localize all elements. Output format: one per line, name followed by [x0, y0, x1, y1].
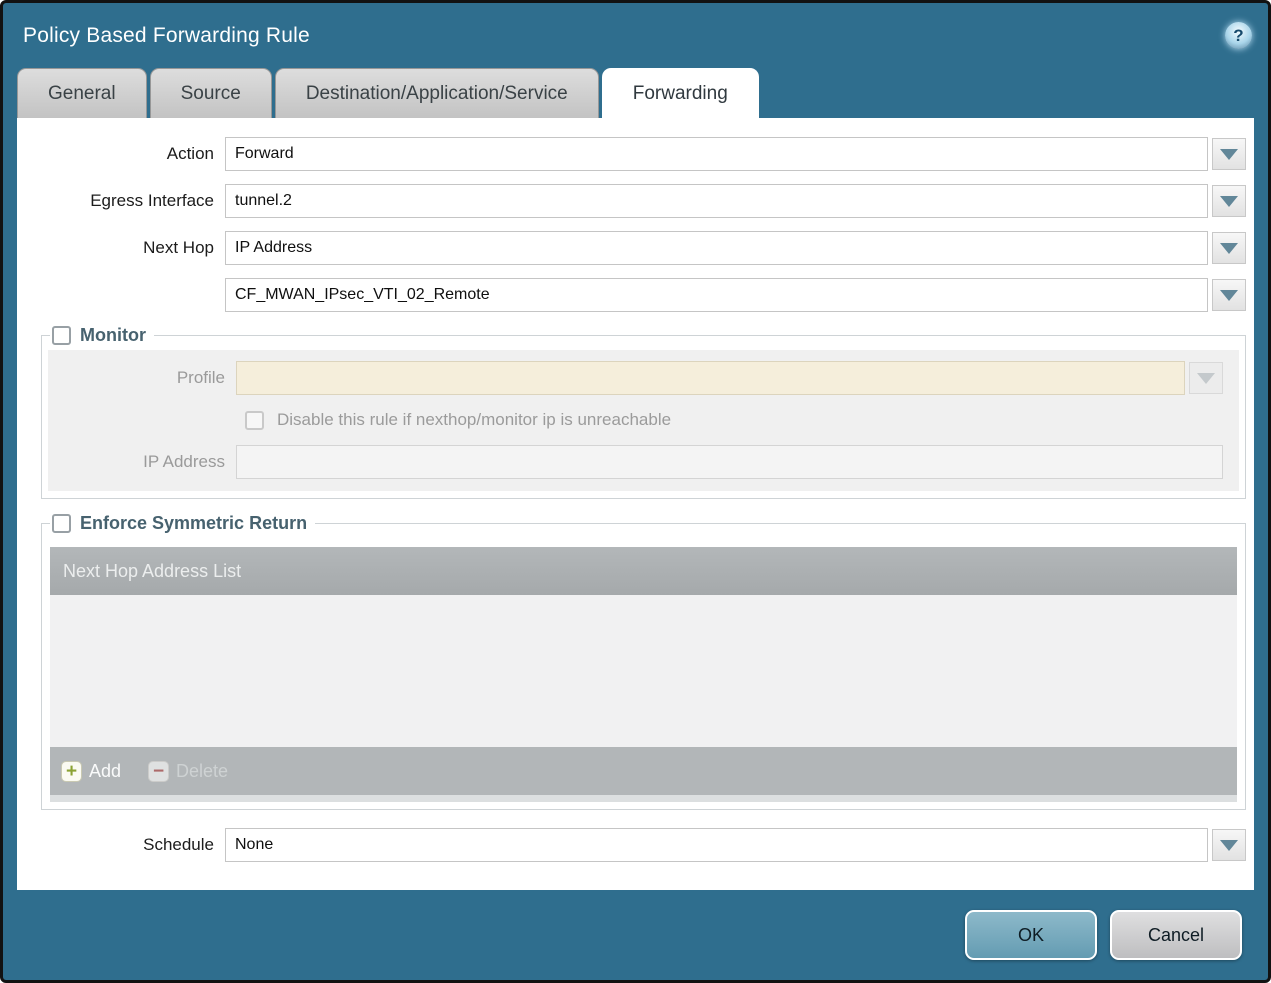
schedule-label: Schedule — [17, 835, 225, 855]
monitor-profile-dropdown-button — [1189, 362, 1223, 394]
enforce-symmetric-return-group: Enforce Symmetric Return Next Hop Addres… — [41, 513, 1246, 810]
next-hop-address-row: CF_MWAN_IPsec_VTI_02_Remote — [17, 278, 1254, 312]
chevron-down-icon — [1220, 196, 1238, 207]
enforce-symmetric-return-legend-label: Enforce Symmetric Return — [80, 513, 307, 534]
next-hop-address-list-body — [50, 595, 1237, 747]
schedule-row: Schedule None — [17, 828, 1254, 862]
next-hop-address-list-table: Next Hop Address List + Add − Delete — [50, 547, 1237, 802]
egress-interface-dropdown-button[interactable] — [1212, 185, 1246, 217]
disable-rule-checkbox — [245, 411, 264, 430]
forwarding-tab-panel: Action Forward Egress Interface tunnel.2… — [17, 118, 1254, 890]
enforce-symmetric-return-legend: Enforce Symmetric Return — [50, 513, 315, 534]
ok-button[interactable]: OK — [965, 910, 1097, 960]
monitor-profile-label: Profile — [48, 368, 236, 388]
add-button-label: Add — [89, 761, 121, 782]
add-button[interactable]: + Add — [61, 761, 121, 782]
tab-general[interactable]: General — [17, 68, 147, 118]
monitor-ip-address-row: IP Address — [48, 445, 1231, 479]
monitor-profile-row: Profile — [48, 361, 1231, 395]
tab-bar: General Source Destination/Application/S… — [3, 68, 1268, 118]
chevron-down-icon — [1220, 840, 1238, 851]
monitor-group: Monitor Profile Disable this rule if nex… — [41, 325, 1246, 499]
dialog-footer: OK Cancel — [3, 890, 1268, 980]
action-row: Action Forward — [17, 137, 1254, 171]
plus-icon: + — [61, 761, 82, 782]
monitor-profile-select — [236, 361, 1185, 395]
action-dropdown-button[interactable] — [1212, 138, 1246, 170]
monitor-legend-label: Monitor — [80, 325, 146, 346]
chevron-down-icon — [1220, 243, 1238, 254]
egress-interface-row: Egress Interface tunnel.2 — [17, 184, 1254, 218]
egress-interface-label: Egress Interface — [17, 191, 225, 211]
monitor-legend: Monitor — [50, 325, 154, 346]
policy-based-forwarding-dialog: Policy Based Forwarding Rule ? General S… — [0, 0, 1271, 983]
enforce-symmetric-return-checkbox[interactable] — [52, 514, 71, 533]
minus-icon: − — [148, 761, 169, 782]
delete-button-label: Delete — [176, 761, 228, 782]
chevron-down-icon — [1220, 290, 1238, 301]
action-label: Action — [17, 144, 225, 164]
tab-source[interactable]: Source — [150, 68, 272, 118]
next-hop-row: Next Hop IP Address — [17, 231, 1254, 265]
next-hop-type-select[interactable]: IP Address — [225, 231, 1208, 265]
egress-interface-select[interactable]: tunnel.2 — [225, 184, 1208, 218]
next-hop-address-dropdown-button[interactable] — [1212, 279, 1246, 311]
dialog-titlebar: Policy Based Forwarding Rule ? — [3, 3, 1268, 68]
action-select[interactable]: Forward — [225, 137, 1208, 171]
monitor-checkbox[interactable] — [52, 326, 71, 345]
help-icon[interactable]: ? — [1225, 22, 1252, 49]
chevron-down-icon — [1220, 149, 1238, 160]
disable-rule-row: Disable this rule if nexthop/monitor ip … — [245, 410, 1231, 430]
delete-button: − Delete — [148, 761, 228, 782]
dialog-title: Policy Based Forwarding Rule — [23, 24, 310, 48]
cancel-button[interactable]: Cancel — [1110, 910, 1242, 960]
next-hop-type-dropdown-button[interactable] — [1212, 232, 1246, 264]
monitor-ip-address-label: IP Address — [48, 452, 236, 472]
schedule-select[interactable]: None — [225, 828, 1208, 862]
tab-forwarding[interactable]: Forwarding — [602, 68, 759, 118]
next-hop-address-list-header: Next Hop Address List — [50, 547, 1237, 595]
next-hop-label: Next Hop — [17, 238, 225, 258]
disable-rule-label: Disable this rule if nexthop/monitor ip … — [277, 410, 671, 430]
chevron-down-icon — [1197, 373, 1215, 384]
tab-destination-application-service[interactable]: Destination/Application/Service — [275, 68, 599, 118]
next-hop-address-select[interactable]: CF_MWAN_IPsec_VTI_02_Remote — [225, 278, 1208, 312]
monitor-ip-address-input — [236, 445, 1223, 479]
table-bottom-strip — [50, 795, 1237, 802]
next-hop-address-list-footer: + Add − Delete — [50, 747, 1237, 795]
schedule-dropdown-button[interactable] — [1212, 829, 1246, 861]
monitor-panel: Profile Disable this rule if nexthop/mon… — [48, 350, 1239, 491]
